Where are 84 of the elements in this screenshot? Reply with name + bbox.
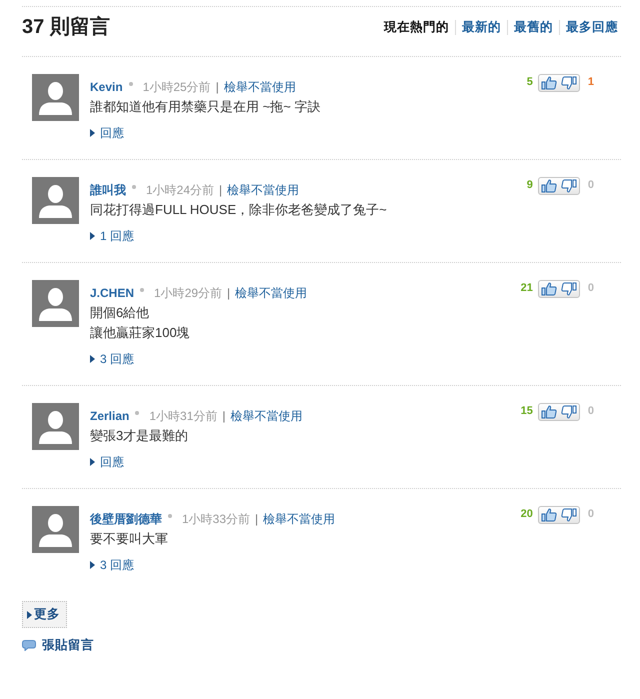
separator-dot-icon — [132, 185, 136, 189]
dislike-button[interactable] — [558, 75, 579, 91]
thumbs-down-icon — [560, 508, 577, 522]
reply-link[interactable]: 1 回應 — [100, 226, 134, 246]
author-link[interactable]: Kevin — [90, 77, 123, 97]
thumbs-down-icon — [560, 179, 577, 193]
timestamp: 1小時25分前 — [142, 79, 211, 96]
separator-text: | — [227, 285, 230, 302]
report-link[interactable]: 檢舉不當使用 — [263, 509, 336, 529]
dislike-count: 0 — [588, 507, 594, 522]
comment-text: 誰都知道他有用禁藥只是在用 ~拖~ 字訣 — [90, 98, 322, 116]
avatar-icon — [32, 177, 79, 224]
dislike-button[interactable] — [558, 404, 579, 420]
timestamp: 1小時33分前 — [182, 511, 250, 528]
like-button[interactable] — [538, 404, 559, 420]
author-link[interactable]: 後壁厝劉德華 — [90, 509, 162, 529]
comment-text: 要不要叫大軍 — [90, 530, 169, 548]
separator-dot-icon — [168, 514, 172, 518]
author-link[interactable]: 誰叫我 — [90, 180, 126, 200]
like-count: 5 — [526, 75, 533, 90]
reply-link[interactable]: 回應 — [100, 123, 124, 143]
timestamp: 1小時24分前 — [146, 182, 214, 199]
more-button[interactable]: 更多 — [22, 601, 67, 628]
like-button[interactable] — [538, 281, 559, 297]
sort-tab[interactable]: 最多回應 — [559, 20, 621, 34]
reply-link[interactable]: 3 回應 — [100, 555, 134, 575]
thumbs-down-icon — [560, 405, 577, 419]
report-link[interactable]: 檢舉不當使用 — [227, 180, 300, 200]
sort-tab[interactable]: 最舊的 — [507, 20, 559, 34]
dislike-count: 0 — [588, 404, 594, 419]
reply-link[interactable]: 3 回應 — [100, 349, 134, 369]
separator-text: | — [216, 79, 219, 96]
like-button[interactable] — [538, 507, 559, 523]
caret-icon — [90, 129, 95, 137]
avatar-icon — [32, 506, 79, 553]
caret-icon — [90, 355, 95, 363]
thumbs-up-icon — [540, 179, 557, 193]
caret-icon — [90, 561, 95, 569]
like-count: 9 — [526, 178, 533, 193]
caret-icon — [90, 232, 95, 240]
timestamp: 1小時31分前 — [149, 408, 218, 425]
author-link[interactable]: Zerlian — [90, 406, 130, 426]
report-link[interactable]: 檢舉不當使用 — [235, 283, 308, 303]
sort-tab[interactable]: 最新的 — [455, 20, 507, 34]
dislike-button[interactable] — [558, 281, 579, 297]
sort-tab[interactable]: 現在熱門的 — [378, 20, 455, 34]
report-link[interactable]: 檢舉不當使用 — [224, 77, 296, 97]
like-button[interactable] — [538, 75, 559, 91]
separator-dot-icon — [128, 82, 133, 86]
comment-text: 同花打得過FULL HOUSE，除非你老爸變成了兔子~ — [90, 201, 388, 219]
timestamp: 1小時29分前 — [154, 285, 222, 302]
separator-text: | — [255, 511, 258, 528]
like-count: 15 — [520, 404, 533, 419]
thumbs-up-icon — [540, 76, 557, 90]
reply-link[interactable]: 回應 — [100, 452, 124, 472]
caret-icon — [90, 458, 95, 466]
dislike-count: 0 — [588, 281, 594, 296]
separator-dot-icon — [140, 288, 144, 292]
thumbs-up-icon — [540, 508, 557, 522]
caret-icon — [27, 610, 32, 618]
speech-bubble-icon — [22, 640, 36, 650]
dislike-button[interactable] — [558, 507, 579, 523]
dislike-button[interactable] — [558, 178, 579, 194]
comment-text: 變張3才是最難的 — [90, 427, 190, 445]
separator-dot-icon — [135, 411, 140, 415]
thumbs-up-icon — [540, 405, 557, 419]
avatar-icon — [32, 280, 79, 327]
thumbs-down-icon — [560, 76, 577, 90]
thumbs-down-icon — [560, 282, 577, 296]
post-comment-link[interactable]: 張貼留言 — [42, 637, 94, 653]
thumbs-up-icon — [540, 282, 557, 296]
report-link[interactable]: 檢舉不當使用 — [230, 406, 303, 426]
dislike-count: 1 — [588, 75, 594, 90]
dislike-count: 0 — [588, 178, 594, 193]
separator-text: | — [222, 408, 226, 425]
author-link[interactable]: J.CHEN — [90, 283, 134, 303]
comment-text: 開個6給他 讓他贏莊家100塊 — [90, 304, 191, 342]
like-count: 21 — [520, 281, 533, 296]
like-count: 20 — [520, 507, 533, 522]
avatar-icon — [32, 74, 79, 121]
separator-text: | — [219, 182, 222, 199]
comment-count-title: 37 則留言 — [22, 15, 110, 39]
avatar-icon — [32, 403, 79, 450]
like-button[interactable] — [538, 178, 559, 194]
